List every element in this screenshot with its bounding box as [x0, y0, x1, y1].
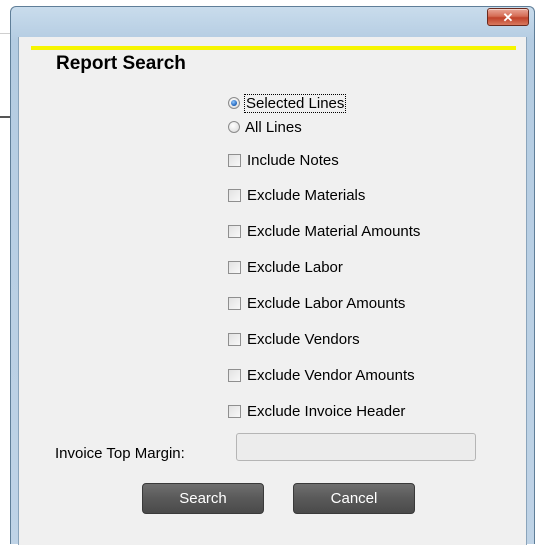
checkbox-label: Exclude Vendor Amounts [247, 366, 415, 384]
checkbox[interactable] [228, 368, 241, 382]
checkbox[interactable] [228, 296, 241, 310]
radio-selected-lines[interactable]: Selected Lines [228, 93, 347, 113]
checkbox[interactable] [228, 224, 241, 238]
radio-label-all-lines: All Lines [245, 118, 302, 136]
checkbox[interactable] [228, 153, 241, 167]
checkbox-label: Exclude Labor [247, 258, 343, 276]
checkbox-exclude-vendors[interactable]: Exclude Vendors [228, 330, 360, 348]
radio-button-unselected[interactable] [228, 121, 240, 133]
checkbox-label: Include Notes [247, 151, 339, 169]
radio-button-selected[interactable] [228, 97, 240, 109]
checkbox-include-notes[interactable]: Include Notes [228, 151, 339, 169]
checkbox-exclude-material-amounts[interactable]: Exclude Material Amounts [228, 222, 420, 240]
checkbox-label: Exclude Labor Amounts [247, 294, 406, 312]
close-icon: ✕ [502, 9, 514, 25]
invoice-top-margin-input[interactable] [236, 433, 476, 461]
background-line [0, 116, 10, 118]
checkbox-exclude-labor-amounts[interactable]: Exclude Labor Amounts [228, 294, 405, 312]
checkbox-label: Exclude Invoice Header [247, 402, 406, 420]
checkbox-exclude-labor[interactable]: Exclude Labor [228, 258, 343, 276]
dialog-heading: Report Search [56, 53, 186, 74]
accent-bar [31, 46, 516, 50]
checkbox-label: Exclude Material Amounts [247, 222, 421, 240]
cancel-button[interactable]: Cancel [293, 483, 415, 514]
title-bar[interactable]: ✕ [11, 7, 534, 37]
search-button[interactable]: Search [142, 483, 264, 514]
radio-label-selected-lines: Selected Lines [243, 93, 347, 113]
checkbox-label: Exclude Vendors [247, 330, 360, 348]
checkbox[interactable] [228, 260, 241, 274]
checkbox[interactable] [228, 332, 241, 346]
checkbox-exclude-materials[interactable]: Exclude Materials [228, 186, 365, 204]
checkbox-label: Exclude Materials [247, 186, 366, 204]
dialog-window: ✕ Report Search Selected Lines All Lines… [10, 6, 535, 545]
checkbox-exclude-invoice-header[interactable]: Exclude Invoice Header [228, 402, 405, 420]
checkbox[interactable] [228, 404, 241, 418]
close-button[interactable]: ✕ [487, 8, 529, 26]
background-line [0, 33, 10, 34]
dialog-content: Report Search Selected Lines All Lines I… [18, 37, 527, 545]
checkbox[interactable] [228, 188, 241, 202]
invoice-top-margin-label: Invoice Top Margin: [55, 445, 185, 462]
checkbox-exclude-vendor-amounts[interactable]: Exclude Vendor Amounts [228, 366, 415, 384]
radio-all-lines[interactable]: All Lines [228, 118, 302, 136]
